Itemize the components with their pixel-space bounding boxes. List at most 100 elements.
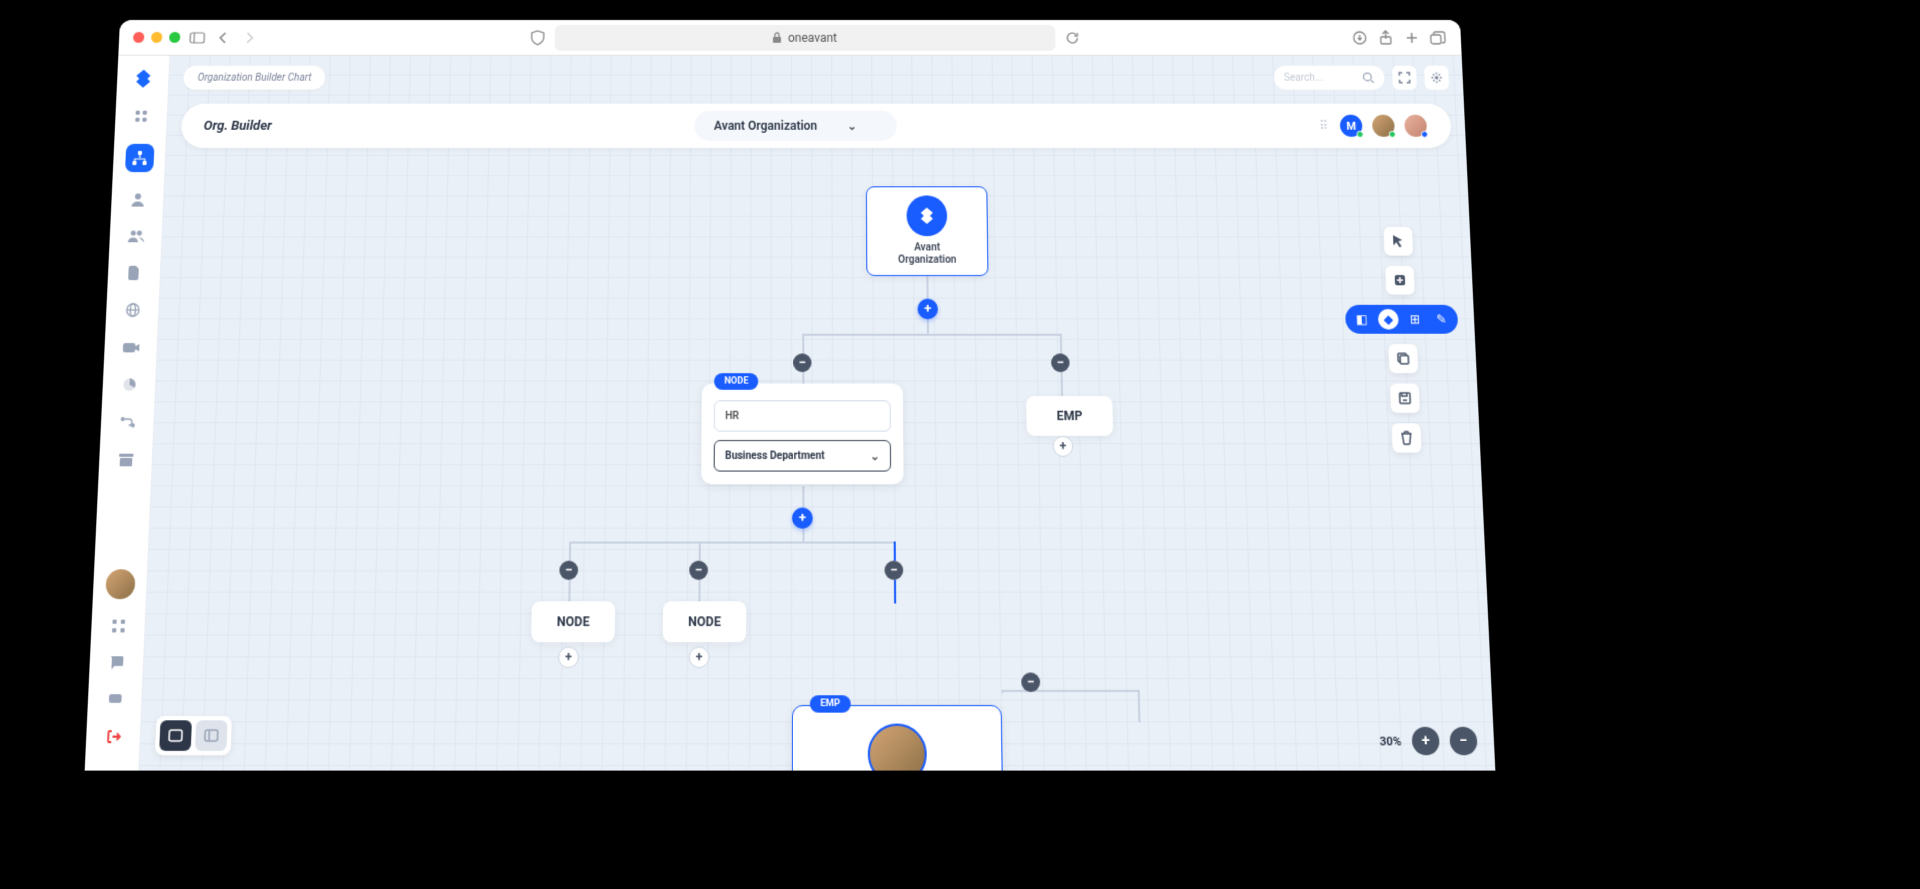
sidebar-toggle-icon[interactable] bbox=[188, 28, 207, 46]
dashboard-icon[interactable] bbox=[132, 108, 151, 126]
url-bar[interactable]: oneavant bbox=[554, 24, 1055, 50]
grid-icon[interactable]: ⊞ bbox=[1404, 309, 1425, 330]
archive-icon[interactable] bbox=[116, 451, 135, 470]
node-label: NODE bbox=[557, 614, 590, 629]
downloads-icon[interactable] bbox=[1350, 28, 1369, 46]
org-root-label: Avant Organization bbox=[898, 242, 956, 267]
node-badge: NODE bbox=[714, 373, 759, 390]
copy-icon[interactable] bbox=[1388, 344, 1418, 373]
canvas-toolbar: ◧ ◆ ⊞ ✎ bbox=[1342, 227, 1464, 453]
globe-icon[interactable] bbox=[123, 301, 142, 320]
collaborator-avatar[interactable]: M bbox=[1338, 113, 1365, 139]
emp-badge: EMP bbox=[810, 695, 851, 712]
browser-window: oneavant bbox=[85, 20, 1496, 771]
card-view-icon[interactable] bbox=[159, 720, 192, 751]
camera-icon[interactable] bbox=[121, 338, 140, 357]
list-view-icon[interactable] bbox=[195, 720, 228, 751]
settings-icon[interactable] bbox=[1424, 66, 1449, 90]
pen-icon[interactable]: ✎ bbox=[1431, 309, 1452, 330]
lock-icon bbox=[772, 31, 782, 43]
traffic-lights bbox=[133, 32, 181, 43]
connector bbox=[894, 541, 896, 560]
collaborator-avatar[interactable] bbox=[1370, 113, 1397, 139]
add-child-button[interactable]: + bbox=[1052, 436, 1073, 457]
back-icon[interactable] bbox=[214, 28, 233, 46]
collapse-button[interactable]: − bbox=[1051, 353, 1070, 372]
minimize-window-icon[interactable] bbox=[151, 32, 162, 43]
collapse-button[interactable]: − bbox=[689, 561, 708, 580]
zoom-out-button[interactable]: − bbox=[1449, 727, 1478, 755]
avatar-initial: M bbox=[1346, 119, 1356, 132]
chat-icon[interactable] bbox=[107, 653, 127, 672]
connector bbox=[927, 319, 929, 333]
add-child-button[interactable]: + bbox=[558, 647, 579, 669]
collapse-button[interactable]: − bbox=[1021, 672, 1040, 692]
document-icon[interactable] bbox=[124, 264, 143, 282]
child-node[interactable]: NODE bbox=[663, 601, 747, 642]
org-builder-icon[interactable] bbox=[124, 144, 154, 172]
connector bbox=[1138, 690, 1141, 723]
org-dropdown[interactable]: Avant Organization ⌄ bbox=[694, 111, 897, 141]
forward-icon[interactable] bbox=[240, 28, 259, 46]
node-name-input[interactable] bbox=[714, 400, 891, 431]
zoom-in-button[interactable]: + bbox=[1411, 727, 1440, 755]
connector bbox=[894, 580, 896, 604]
share-icon[interactable] bbox=[1376, 28, 1395, 46]
fill-icon[interactable]: ◆ bbox=[1378, 309, 1399, 330]
app-logo-icon[interactable] bbox=[131, 68, 154, 90]
connector bbox=[802, 529, 804, 542]
collaborator-avatar[interactable] bbox=[1402, 113, 1429, 139]
logout-icon[interactable] bbox=[103, 727, 123, 747]
style-tools: ◧ ◆ ⊞ ✎ bbox=[1345, 305, 1459, 334]
child-node[interactable]: NODE bbox=[531, 601, 615, 642]
content-area: Avant Organization + − − NODE Business D… bbox=[139, 56, 1495, 771]
add-child-button[interactable]: + bbox=[917, 299, 938, 320]
drag-handle-icon[interactable]: ⠿ bbox=[1319, 119, 1328, 133]
search-placeholder: Search... bbox=[1284, 72, 1363, 83]
org-root-node[interactable]: Avant Organization bbox=[866, 186, 989, 276]
add-node-icon[interactable] bbox=[1385, 266, 1415, 295]
user-icon[interactable] bbox=[128, 190, 147, 208]
tabs-icon[interactable] bbox=[1428, 28, 1447, 46]
topbar-tools: Search... bbox=[1274, 66, 1450, 90]
org-dropdown-label: Avant Organization bbox=[714, 119, 817, 133]
node-type-select[interactable]: Business Department ⌄ bbox=[714, 440, 891, 472]
chart-canvas[interactable]: Avant Organization + − − NODE Business D… bbox=[139, 56, 1495, 771]
close-window-icon[interactable] bbox=[133, 32, 145, 43]
apps-icon[interactable] bbox=[108, 616, 128, 635]
chevron-down-icon: ⌄ bbox=[870, 449, 880, 463]
save-icon[interactable] bbox=[1390, 384, 1420, 413]
emp-node[interactable]: EMP bbox=[1026, 396, 1113, 436]
add-child-button[interactable]: + bbox=[689, 647, 710, 669]
search-input[interactable]: Search... bbox=[1274, 66, 1385, 90]
zoom-controls: 30% + − bbox=[1379, 727, 1478, 755]
status-dot bbox=[1421, 131, 1428, 138]
connector bbox=[699, 541, 701, 560]
reload-icon[interactable] bbox=[1063, 28, 1081, 46]
collapse-button[interactable]: − bbox=[559, 561, 578, 580]
connector bbox=[569, 541, 571, 560]
collapse-button[interactable]: − bbox=[793, 353, 811, 372]
expand-icon[interactable] bbox=[1392, 66, 1417, 90]
maximize-window-icon[interactable] bbox=[169, 32, 180, 43]
delete-icon[interactable] bbox=[1392, 423, 1422, 452]
connector bbox=[802, 334, 1060, 336]
new-tab-icon[interactable] bbox=[1402, 28, 1421, 46]
zoom-percent: 30% bbox=[1379, 734, 1401, 748]
flow-icon[interactable] bbox=[118, 413, 137, 432]
cursor-tool-icon[interactable] bbox=[1384, 227, 1414, 256]
eraser-icon[interactable]: ◧ bbox=[1351, 309, 1372, 330]
message-icon[interactable] bbox=[105, 690, 125, 710]
node-label: EMP bbox=[1057, 409, 1083, 424]
node-editor-hr[interactable]: NODE Business Department ⌄ bbox=[701, 384, 903, 485]
collapse-button[interactable]: − bbox=[884, 561, 903, 580]
profile-avatar[interactable] bbox=[105, 569, 135, 599]
add-child-button[interactable]: + bbox=[792, 508, 813, 529]
employee-card[interactable]: EMP Josh Hunter Software Consultant bbox=[792, 705, 1004, 771]
users-icon[interactable] bbox=[126, 227, 145, 245]
shield-icon[interactable] bbox=[528, 28, 546, 46]
pie-icon[interactable] bbox=[119, 375, 138, 394]
breadcrumb[interactable]: Organization Builder Chart bbox=[183, 66, 326, 90]
status-dot bbox=[1356, 131, 1363, 138]
page-header: Org. Builder Avant Organization ⌄ ⠿ M bbox=[181, 104, 1452, 148]
